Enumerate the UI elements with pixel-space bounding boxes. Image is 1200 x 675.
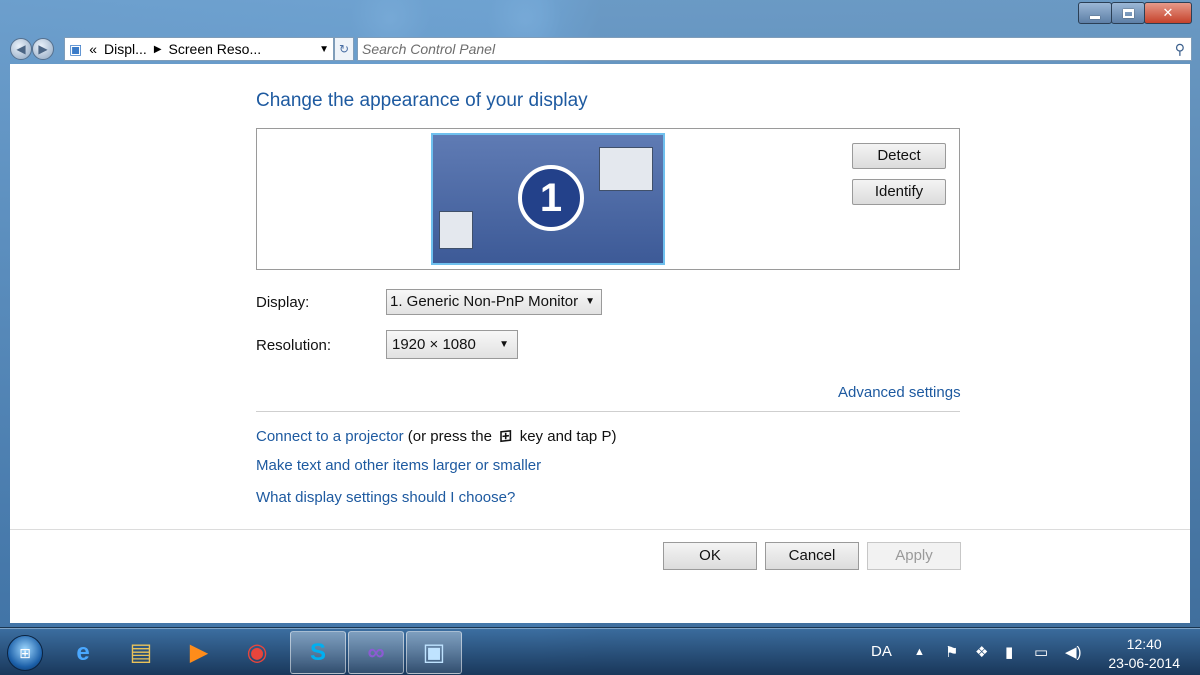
- chevron-down-icon: ▼: [585, 296, 595, 307]
- start-button[interactable]: ⊞: [7, 635, 43, 671]
- network-icon[interactable]: ▭: [1034, 643, 1048, 661]
- maximize-button[interactable]: [1111, 2, 1145, 24]
- display-label: Display:: [256, 294, 310, 311]
- monitor-1-preview[interactable]: 1: [431, 133, 665, 265]
- cancel-button[interactable]: Cancel: [765, 542, 859, 570]
- thumbnail-start-menu-icon: [439, 211, 473, 249]
- thumbnail-window-icon: [599, 147, 653, 191]
- power-icon[interactable]: ▮: [1005, 643, 1013, 661]
- skype-icon[interactable]: S: [290, 631, 346, 674]
- file-explorer-icon[interactable]: ▤: [113, 631, 169, 674]
- address-bar[interactable]: ▣ « Displ... ▶ Screen Reso... ▼: [64, 37, 334, 61]
- monitor-number: 1: [518, 165, 584, 231]
- detect-button[interactable]: Detect: [852, 143, 946, 169]
- minimize-button[interactable]: [1078, 2, 1112, 24]
- control-panel-icon: ▣: [69, 40, 83, 57]
- projector-hint: Connect to a projector (or press the ⊞ k…: [256, 426, 616, 446]
- back-button[interactable]: ◀: [10, 38, 32, 60]
- breadcrumb-overflow[interactable]: «: [89, 41, 97, 57]
- control-panel-icon[interactable]: ▣: [406, 631, 462, 674]
- ok-button[interactable]: OK: [663, 542, 757, 570]
- projector-hint-after: key and tap P): [519, 428, 617, 445]
- chevron-right-icon[interactable]: ▶: [154, 44, 162, 55]
- display-dropdown[interactable]: 1. Generic Non-PnP Monitor ▼: [386, 289, 602, 315]
- breadcrumb-screen-resolution[interactable]: Screen Reso...: [169, 41, 262, 57]
- refresh-icon[interactable]: ↻: [334, 37, 354, 61]
- clock[interactable]: 12:40 23-06-2014: [1108, 635, 1180, 673]
- display-value: 1. Generic Non-PnP Monitor: [390, 293, 579, 310]
- clock-time: 12:40: [1126, 636, 1162, 652]
- advanced-settings-link[interactable]: Advanced settings: [838, 384, 961, 401]
- forward-button[interactable]: ▶: [32, 38, 54, 60]
- action-center-flag-icon[interactable]: ⚑: [945, 643, 958, 661]
- breadcrumb-display[interactable]: Displ...: [104, 41, 147, 57]
- chevron-down-icon: ▼: [499, 339, 509, 350]
- address-row: ◀ ▶ ▣ « Displ... ▶ Screen Reso... ▼ ↻ Se…: [8, 36, 1192, 62]
- caption-buttons: ✕: [1078, 2, 1192, 24]
- monitor-preview-panel: 1 Detect Identify: [256, 128, 960, 270]
- clock-date: 23-06-2014: [1108, 655, 1180, 671]
- identify-button[interactable]: Identify: [852, 179, 946, 205]
- windows-key-icon: ⊞: [499, 427, 513, 446]
- connect-projector-link[interactable]: Connect to a projector: [256, 428, 404, 445]
- taskbar: ⊞ e ▤ ▶ ◉ S ∞ ▣ DA ▲ ⚑ ❖ ▮ ▭ ◀) 12:40 23…: [0, 628, 1200, 675]
- volume-icon[interactable]: ◀): [1065, 643, 1082, 661]
- resolution-label: Resolution:: [256, 337, 332, 354]
- page-title: Change the appearance of your display: [256, 90, 588, 111]
- chevron-down-icon[interactable]: ▼: [319, 44, 329, 55]
- display-settings-help-link[interactable]: What display settings should I choose?: [256, 489, 515, 506]
- footer-divider: [10, 529, 1190, 530]
- search-icon[interactable]: ⚲: [1175, 38, 1185, 60]
- media-player-icon[interactable]: ▶: [171, 631, 227, 674]
- show-hidden-icons-icon[interactable]: ▲: [914, 646, 925, 658]
- resolution-dropdown[interactable]: 1920 × 1080 ▼: [386, 330, 518, 359]
- search-placeholder: Search Control Panel: [362, 41, 496, 57]
- close-button[interactable]: ✕: [1144, 2, 1192, 24]
- resolution-value: 1920 × 1080: [392, 336, 476, 353]
- search-input[interactable]: Search Control Panel ⚲: [357, 37, 1192, 61]
- visual-studio-icon[interactable]: ∞: [348, 631, 404, 674]
- apply-button[interactable]: Apply: [867, 542, 961, 570]
- screen-resolution-page: Change the appearance of your display 1 …: [10, 64, 1190, 623]
- text-size-link[interactable]: Make text and other items larger or smal…: [256, 457, 541, 474]
- projector-hint-before: (or press the: [407, 428, 492, 445]
- divider: [256, 411, 960, 412]
- control-panel-window: ✕ ◀ ▶ ▣ « Displ... ▶ Screen Reso... ▼ ↻ …: [0, 0, 1200, 628]
- internet-explorer-icon[interactable]: e: [55, 631, 111, 674]
- dropbox-icon[interactable]: ❖: [975, 643, 988, 661]
- chrome-icon[interactable]: ◉: [229, 631, 285, 674]
- language-indicator[interactable]: DA: [871, 643, 892, 660]
